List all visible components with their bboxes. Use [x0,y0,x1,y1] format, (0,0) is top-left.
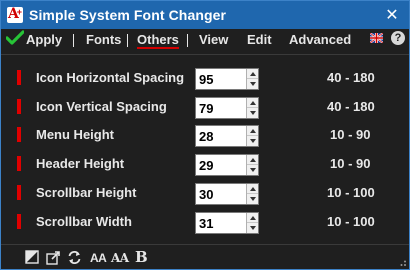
range-label: 10 - 90 [330,127,371,142]
setting-label: Scrollbar Width [36,214,132,229]
chevron-down-icon [249,82,256,86]
chevron-down-icon [249,111,256,115]
increment-button[interactable] [247,126,258,136]
row-marker [17,185,21,200]
chevron-up-icon [249,215,256,220]
app-window: A + Simple System Font Changer ✕ Apply Fo… [0,0,410,270]
increment-button[interactable] [247,155,258,165]
decrement-button[interactable] [247,108,258,118]
font-serif-icon[interactable]: AA [111,251,129,267]
chevron-up-icon [249,157,256,162]
range-label: 10 - 90 [330,156,371,171]
row-marker [17,156,21,171]
setting-label: Scrollbar Height [36,185,137,200]
menu-separator [187,34,188,47]
range-label: 10 - 100 [327,185,375,200]
spin-buttons [246,126,258,146]
uk-flag-icon[interactable] [370,33,383,43]
menu-separator [73,34,74,47]
range-label: 10 - 100 [327,214,375,229]
export-icon[interactable] [46,250,61,265]
value-input[interactable]: 28 [199,129,213,144]
help-icon[interactable]: ? [391,31,405,45]
setting-label: Header Height [36,156,125,171]
range-label: 40 - 180 [327,70,375,85]
decrement-button[interactable] [247,223,258,233]
value-input[interactable]: 79 [199,101,213,116]
increment-button[interactable] [247,184,258,194]
spin-buttons [246,98,258,118]
value-input[interactable]: 29 [199,158,213,173]
chevron-down-icon [249,139,256,143]
chevron-up-icon [249,100,256,105]
value-spinbox[interactable]: 79 [195,97,259,119]
row-marker [17,99,21,114]
value-input[interactable]: 30 [199,187,213,202]
setting-label: Icon Horizontal Spacing [36,70,185,85]
value-spinbox[interactable]: 29 [195,154,259,176]
menu-fonts[interactable]: Fonts [86,32,121,47]
chevron-down-icon [249,197,256,201]
spin-buttons [246,213,258,233]
decrement-button[interactable] [247,165,258,175]
menu-separator [127,34,128,47]
chevron-down-icon [249,168,256,172]
menu-advanced[interactable]: Advanced [289,32,351,47]
apply-button[interactable]: Apply [26,32,62,47]
setting-label: Icon Vertical Spacing [36,99,167,114]
chevron-up-icon [249,71,256,76]
value-spinbox[interactable]: 28 [195,125,259,147]
chevron-down-icon [249,226,256,230]
window-title: Simple System Font Changer [29,7,227,23]
checkmark-icon [6,30,24,45]
bottom-toolbar: AA AA B [1,245,409,269]
menu-bar: Apply Fonts Others View Edit Advanced ? [1,29,409,51]
menu-view[interactable]: View [199,32,228,47]
value-spinbox[interactable]: 95 [195,68,259,90]
close-button[interactable]: ✕ [381,4,403,26]
decrement-button[interactable] [247,79,258,89]
spin-buttons [246,155,258,175]
decrement-button[interactable] [247,136,258,146]
chevron-up-icon [249,186,256,191]
bold-icon[interactable]: B [135,248,148,266]
row-marker [17,127,21,142]
value-spinbox[interactable]: 30 [195,183,259,205]
menu-edit[interactable]: Edit [247,32,272,47]
increment-button[interactable] [247,98,258,108]
chevron-up-icon [249,128,256,133]
resize-grip-icon[interactable] [397,257,407,267]
increment-button[interactable] [247,69,258,79]
contrast-icon[interactable] [25,250,39,264]
row-marker [17,70,21,85]
refresh-icon[interactable] [67,250,82,265]
increment-button[interactable] [247,213,258,223]
spin-buttons [246,69,258,89]
value-input[interactable]: 31 [199,216,213,231]
font-size-icon[interactable]: AA [90,251,107,267]
menu-others[interactable]: Others [137,32,179,49]
value-input[interactable]: 95 [199,72,213,87]
setting-label: Menu Height [36,127,114,142]
title-bar[interactable]: A + Simple System Font Changer ✕ [1,1,409,29]
row-marker [17,214,21,229]
content-divider [1,54,409,55]
range-label: 40 - 180 [327,99,375,114]
app-icon: A + [7,7,23,23]
close-icon: ✕ [385,7,399,24]
spin-buttons [246,184,258,204]
value-spinbox[interactable]: 31 [195,212,259,234]
decrement-button[interactable] [247,194,258,204]
